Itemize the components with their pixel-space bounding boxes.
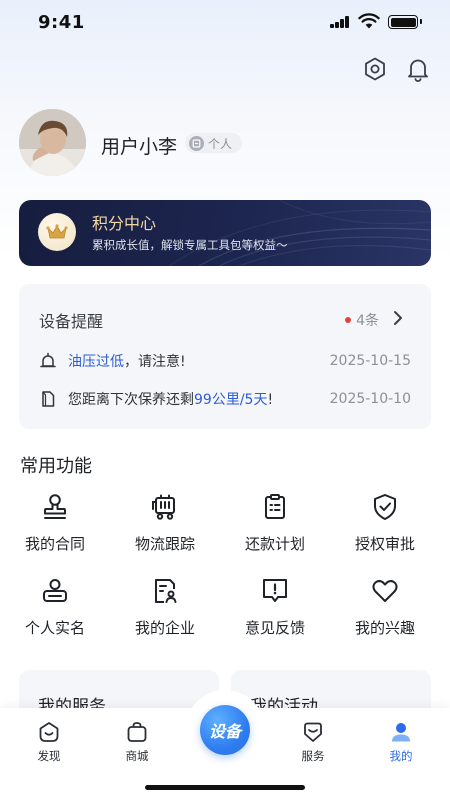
company-doc-icon: [155, 579, 177, 603]
shield-check-icon: [374, 494, 396, 520]
function-feedback[interactable]: 意见反馈: [220, 576, 330, 646]
tab-mine[interactable]: 我的: [371, 720, 431, 764]
points-title: 积分中心: [92, 214, 157, 233]
tab-mall[interactable]: 商城: [107, 720, 167, 764]
person-badge-icon: [189, 135, 204, 151]
shopping-bag-icon: [127, 722, 147, 742]
points-center-banner[interactable]: 积分中心 累积成长值，解锁专属工具包等权益～: [19, 200, 431, 266]
reminder-title: 设备提醒: [39, 312, 104, 331]
function-logistics-tracking[interactable]: 物流跟踪: [110, 492, 220, 562]
reminder-date: 2025-10-15: [329, 353, 411, 369]
function-label: 授权审批: [354, 535, 415, 553]
clipboard-icon: [265, 494, 285, 519]
cellular-signal-icon: [330, 16, 350, 28]
tab-discover[interactable]: 发现: [19, 720, 79, 764]
device-reminder-card[interactable]: 设备提醒 4条 油压过低，请注意! 2025-10-15 您距离下次保养还剩99…: [19, 284, 431, 429]
reminder-count[interactable]: 4条: [345, 310, 379, 330]
tab-service[interactable]: 服务: [283, 720, 343, 764]
battery-icon: [388, 15, 418, 29]
user-type-badge: 个人: [185, 133, 243, 153]
id-person-icon: [43, 579, 67, 602]
bell-icon[interactable]: [405, 56, 431, 82]
tab-label: 我的: [389, 749, 413, 763]
tab-label: 发现: [37, 749, 61, 763]
function-repayment-plan[interactable]: 还款计划: [220, 492, 330, 562]
reminder-text: ，请注意!: [124, 354, 186, 370]
function-label: 我的兴趣: [354, 619, 415, 637]
banner-wave-decoration: [168, 200, 431, 266]
function-label: 个人实名: [24, 619, 85, 637]
status-time: 9:41: [38, 12, 85, 33]
function-label: 意见反馈: [244, 619, 305, 637]
home-indicator: [145, 785, 305, 790]
reminder-text-end: !: [267, 392, 274, 408]
document-icon: [42, 391, 55, 407]
tab-label: 服务: [301, 749, 325, 763]
function-label: 我的企业: [134, 619, 195, 637]
points-subtitle: 累积成长值，解锁专属工具包等权益～: [92, 238, 288, 252]
unread-dot: [345, 317, 352, 323]
common-functions-title: 常用功能: [20, 456, 92, 477]
seal-stamp-icon: [44, 494, 66, 519]
discover-icon: [39, 722, 59, 742]
reminder-highlight: 99公里/5天: [194, 392, 268, 408]
function-my-interests[interactable]: 我的兴趣: [330, 576, 440, 646]
alarm-bell-icon: [40, 352, 56, 368]
status-bar: 9:41: [0, 0, 450, 44]
feedback-icon: [263, 579, 287, 602]
function-real-name[interactable]: 个人实名: [0, 576, 110, 646]
reminder-highlight: 油压过低: [68, 354, 124, 370]
truck-icon: [152, 494, 175, 520]
avatar[interactable]: [19, 109, 86, 176]
tab-label: 商城: [125, 749, 149, 763]
service-icon: [304, 722, 322, 742]
wifi-icon: [358, 13, 380, 29]
function-label: 还款计划: [244, 535, 305, 553]
user-type-label: 个人: [208, 136, 233, 151]
reminder-text: 您距离下次保养还剩: [68, 392, 194, 408]
function-authorization-approval[interactable]: 授权审批: [330, 492, 440, 562]
device-center-label: 设备: [208, 722, 241, 741]
function-my-contract[interactable]: 我的合同: [0, 492, 110, 562]
reminder-item[interactable]: 您距离下次保养还剩99公里/5天! 2025-10-10: [39, 388, 411, 410]
heart-icon: [372, 580, 398, 602]
chevron-right-icon[interactable]: [391, 309, 405, 327]
username: 用户小李: [101, 136, 178, 158]
crown-icon: [38, 213, 76, 251]
reminder-count-label: 4条: [356, 313, 379, 329]
function-label: 物流跟踪: [134, 535, 195, 553]
reminder-date: 2025-10-10: [329, 391, 411, 407]
function-my-company[interactable]: 我的企业: [110, 576, 220, 646]
reminder-item[interactable]: 油压过低，请注意! 2025-10-15: [39, 350, 411, 372]
settings-hexagon-icon[interactable]: [362, 56, 388, 82]
device-center-button[interactable]: 设备: [200, 705, 250, 755]
function-label: 我的合同: [24, 535, 85, 553]
user-icon: [392, 723, 410, 742]
